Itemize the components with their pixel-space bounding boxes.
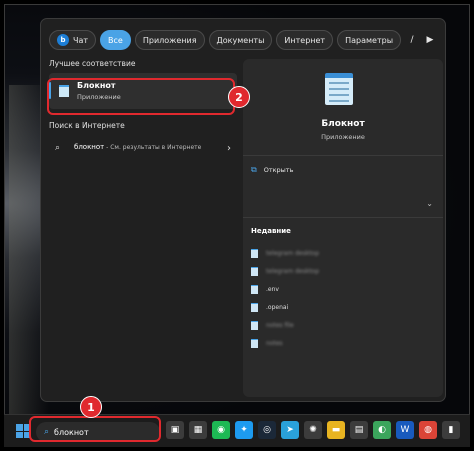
web-query-sub: - См. результаты в Интернете — [104, 144, 202, 152]
text-file-icon — [251, 302, 258, 312]
filter-internet[interactable]: Интернет — [276, 30, 334, 50]
chatgpt-icon[interactable]: ✺ — [304, 421, 322, 439]
text-file-icon — [251, 248, 258, 258]
taskbar-apps: ▣ ▦ ◉ ✦ ◎ ➤ ✺ ▬ ▤ ◐ W ◍ ▮ — [166, 421, 460, 439]
filter-docs-label: Документы — [216, 35, 265, 45]
recent-item-name: .env — [266, 285, 279, 293]
annotation-frame-search — [29, 416, 161, 442]
search-icon: ⌕ — [55, 143, 61, 153]
step-badge-1: 1 — [80, 396, 102, 418]
web-query: блокнот — [74, 143, 105, 152]
text-file-icon — [251, 320, 258, 330]
terminal-icon[interactable]: ▮ — [442, 421, 460, 439]
preview-pane: Блокнот Приложение ⧉ Открыть ⌄ Недавние … — [243, 59, 443, 397]
filter-chat-label: Чат — [73, 35, 89, 45]
steam-icon[interactable]: ◎ — [258, 421, 276, 439]
recent-item[interactable]: .env — [251, 280, 436, 298]
filter-apps-label: Приложения — [142, 35, 197, 45]
open-external-icon: ⧉ — [251, 165, 257, 174]
recent-item[interactable]: notes file — [251, 316, 436, 334]
calculator-icon[interactable]: ▦ — [189, 421, 207, 439]
open-action[interactable]: ⧉ Открыть — [251, 165, 293, 175]
filter-settings[interactable]: Параметры — [337, 30, 402, 50]
task-view-icon[interactable]: ▣ — [166, 421, 184, 439]
recent-item[interactable]: telegram desktop — [251, 244, 436, 262]
account-avatar[interactable]: S — [441, 35, 445, 45]
bing-chat-icon: b — [57, 34, 69, 46]
recent-heading: Недавние — [251, 227, 291, 235]
filter-bar: b Чат Все Приложения Документы Интернет … — [49, 29, 445, 51]
chevron-right-icon[interactable]: › — [227, 143, 231, 154]
recent-item[interactable]: .openai — [251, 298, 436, 316]
filter-all[interactable]: Все — [100, 30, 131, 50]
store-icon[interactable]: ▤ — [350, 421, 368, 439]
filter-internet-label: Интернет — [284, 35, 326, 45]
text-file-icon — [251, 284, 258, 294]
telegram-icon[interactable]: ➤ — [281, 421, 299, 439]
explorer-icon[interactable]: ▬ — [327, 421, 345, 439]
recent-item-name: telegram desktop — [266, 249, 320, 257]
search-panel: b Чат Все Приложения Документы Интернет … — [40, 18, 446, 402]
recent-item-name: telegram desktop — [266, 267, 320, 275]
recent-item[interactable]: notes — [251, 334, 436, 352]
filter-docs[interactable]: Документы — [208, 30, 273, 50]
browser-icon[interactable]: ◐ — [373, 421, 391, 439]
spotify-icon[interactable]: ◉ — [212, 421, 230, 439]
divider — [243, 155, 443, 156]
web-search-result[interactable]: ⌕ блокнот - См. результаты в Интернете › — [49, 136, 237, 160]
word-icon[interactable]: W — [396, 421, 414, 439]
filter-overflow-text: / — [410, 35, 414, 45]
text-file-icon — [251, 338, 258, 348]
annotation-frame-result — [47, 78, 235, 115]
preview-app-type: Приложение — [321, 133, 365, 141]
recent-item-name: notes file — [266, 321, 294, 329]
web-search-heading: Поиск в Интернете — [49, 121, 125, 130]
recent-item[interactable]: telegram desktop — [251, 262, 436, 280]
chevron-down-icon[interactable]: ⌄ — [426, 199, 433, 208]
preview-app-name: Блокнот — [321, 119, 365, 129]
notepad-large-icon — [325, 73, 353, 105]
text-file-icon — [251, 266, 258, 276]
open-label: Открыть — [263, 166, 294, 174]
filter-settings-label: Параметры — [345, 35, 394, 45]
divider — [243, 217, 443, 218]
recent-item-name: notes — [266, 339, 283, 347]
play-more-icon[interactable]: ▶ — [423, 35, 437, 45]
best-match-heading: Лучшее соответствие — [49, 59, 136, 68]
recent-item-name: .openai — [266, 303, 289, 311]
filter-apps[interactable]: Приложения — [134, 30, 205, 50]
twitter-icon[interactable]: ✦ — [235, 421, 253, 439]
step-badge-2: 2 — [228, 86, 250, 108]
filter-chat[interactable]: b Чат — [49, 30, 97, 50]
recent-list: telegram desktop telegram desktop .env .ope… — [251, 244, 436, 352]
windows-start-icon[interactable] — [16, 424, 30, 438]
filter-all-label: Все — [108, 35, 123, 45]
chrome-icon[interactable]: ◍ — [419, 421, 437, 439]
